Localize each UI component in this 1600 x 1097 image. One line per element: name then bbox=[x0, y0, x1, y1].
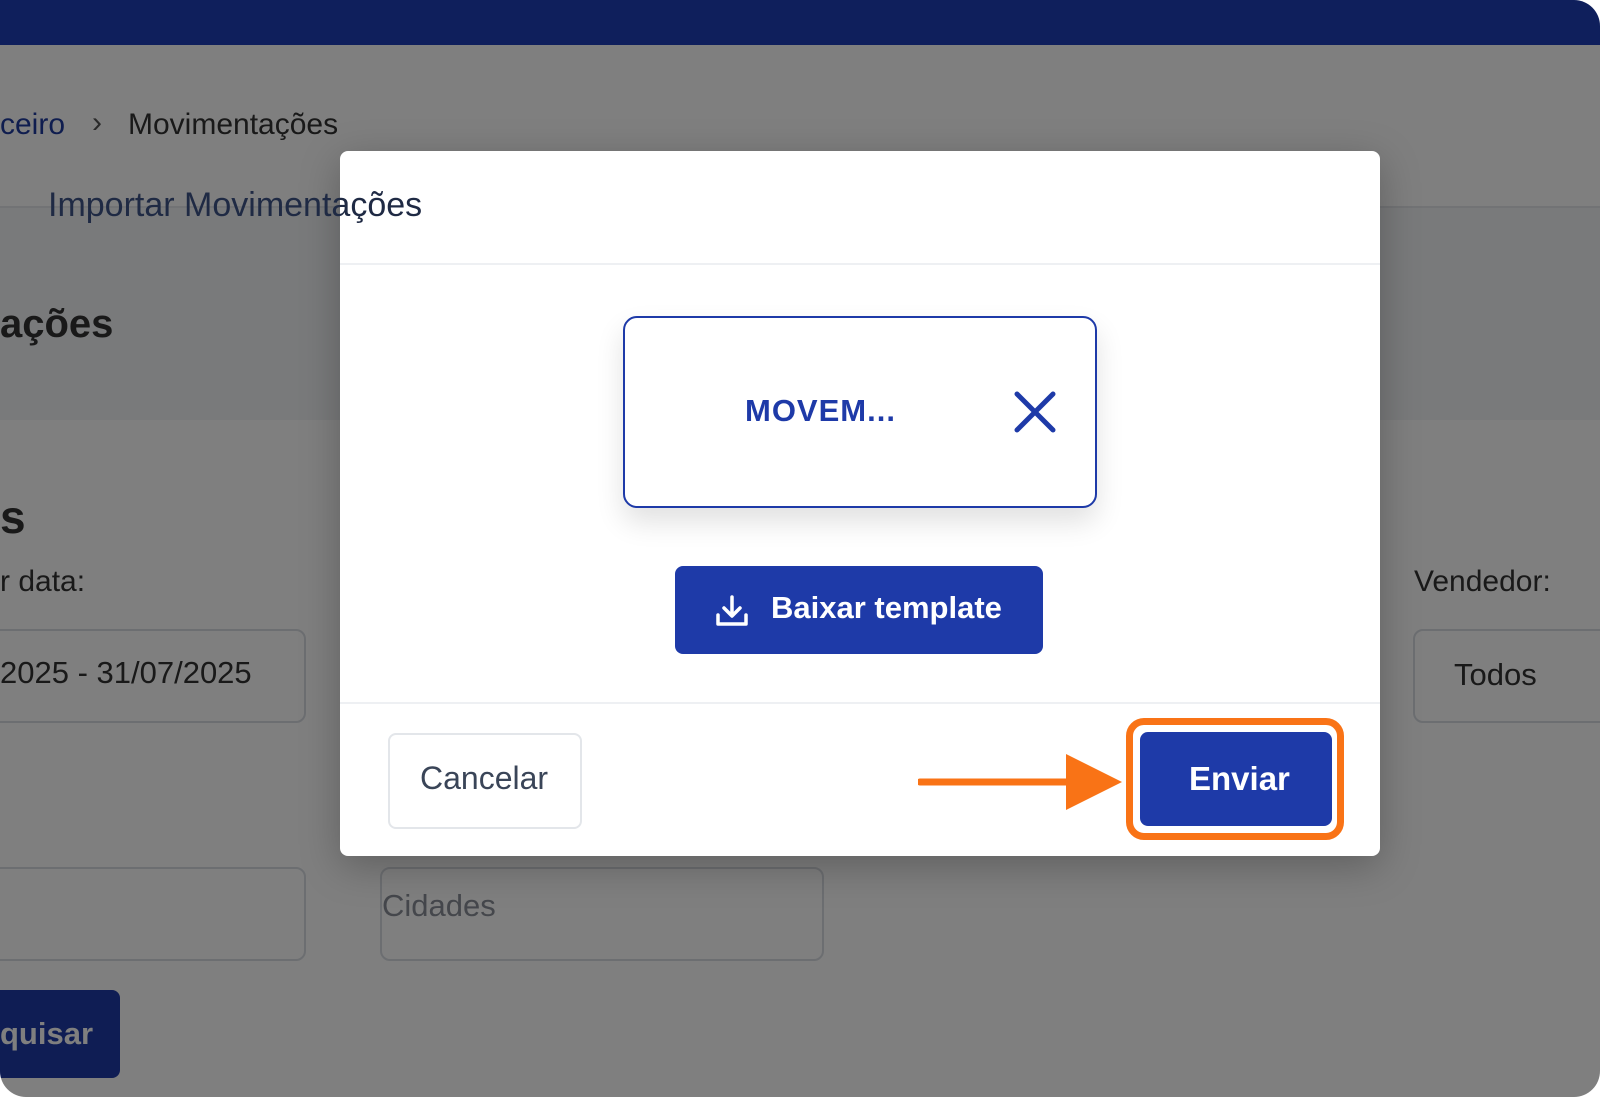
uploaded-file-name: MOVEM... bbox=[745, 393, 896, 428]
close-icon[interactable] bbox=[1013, 390, 1057, 434]
arrow-right-icon bbox=[916, 752, 1124, 812]
top-navbar bbox=[0, 0, 1600, 45]
download-template-label: Baixar template bbox=[771, 590, 1002, 625]
modal-title: Importar Movimentações bbox=[48, 186, 423, 224]
send-button-label: Enviar bbox=[1189, 760, 1290, 797]
cancel-button-label: Cancelar bbox=[420, 760, 549, 796]
download-icon bbox=[714, 593, 750, 629]
modal-footer-divider bbox=[340, 702, 1380, 704]
modal-header-divider bbox=[340, 263, 1380, 265]
app-window: ceiro › Movimentações ações s r data: 20… bbox=[0, 0, 1600, 1097]
